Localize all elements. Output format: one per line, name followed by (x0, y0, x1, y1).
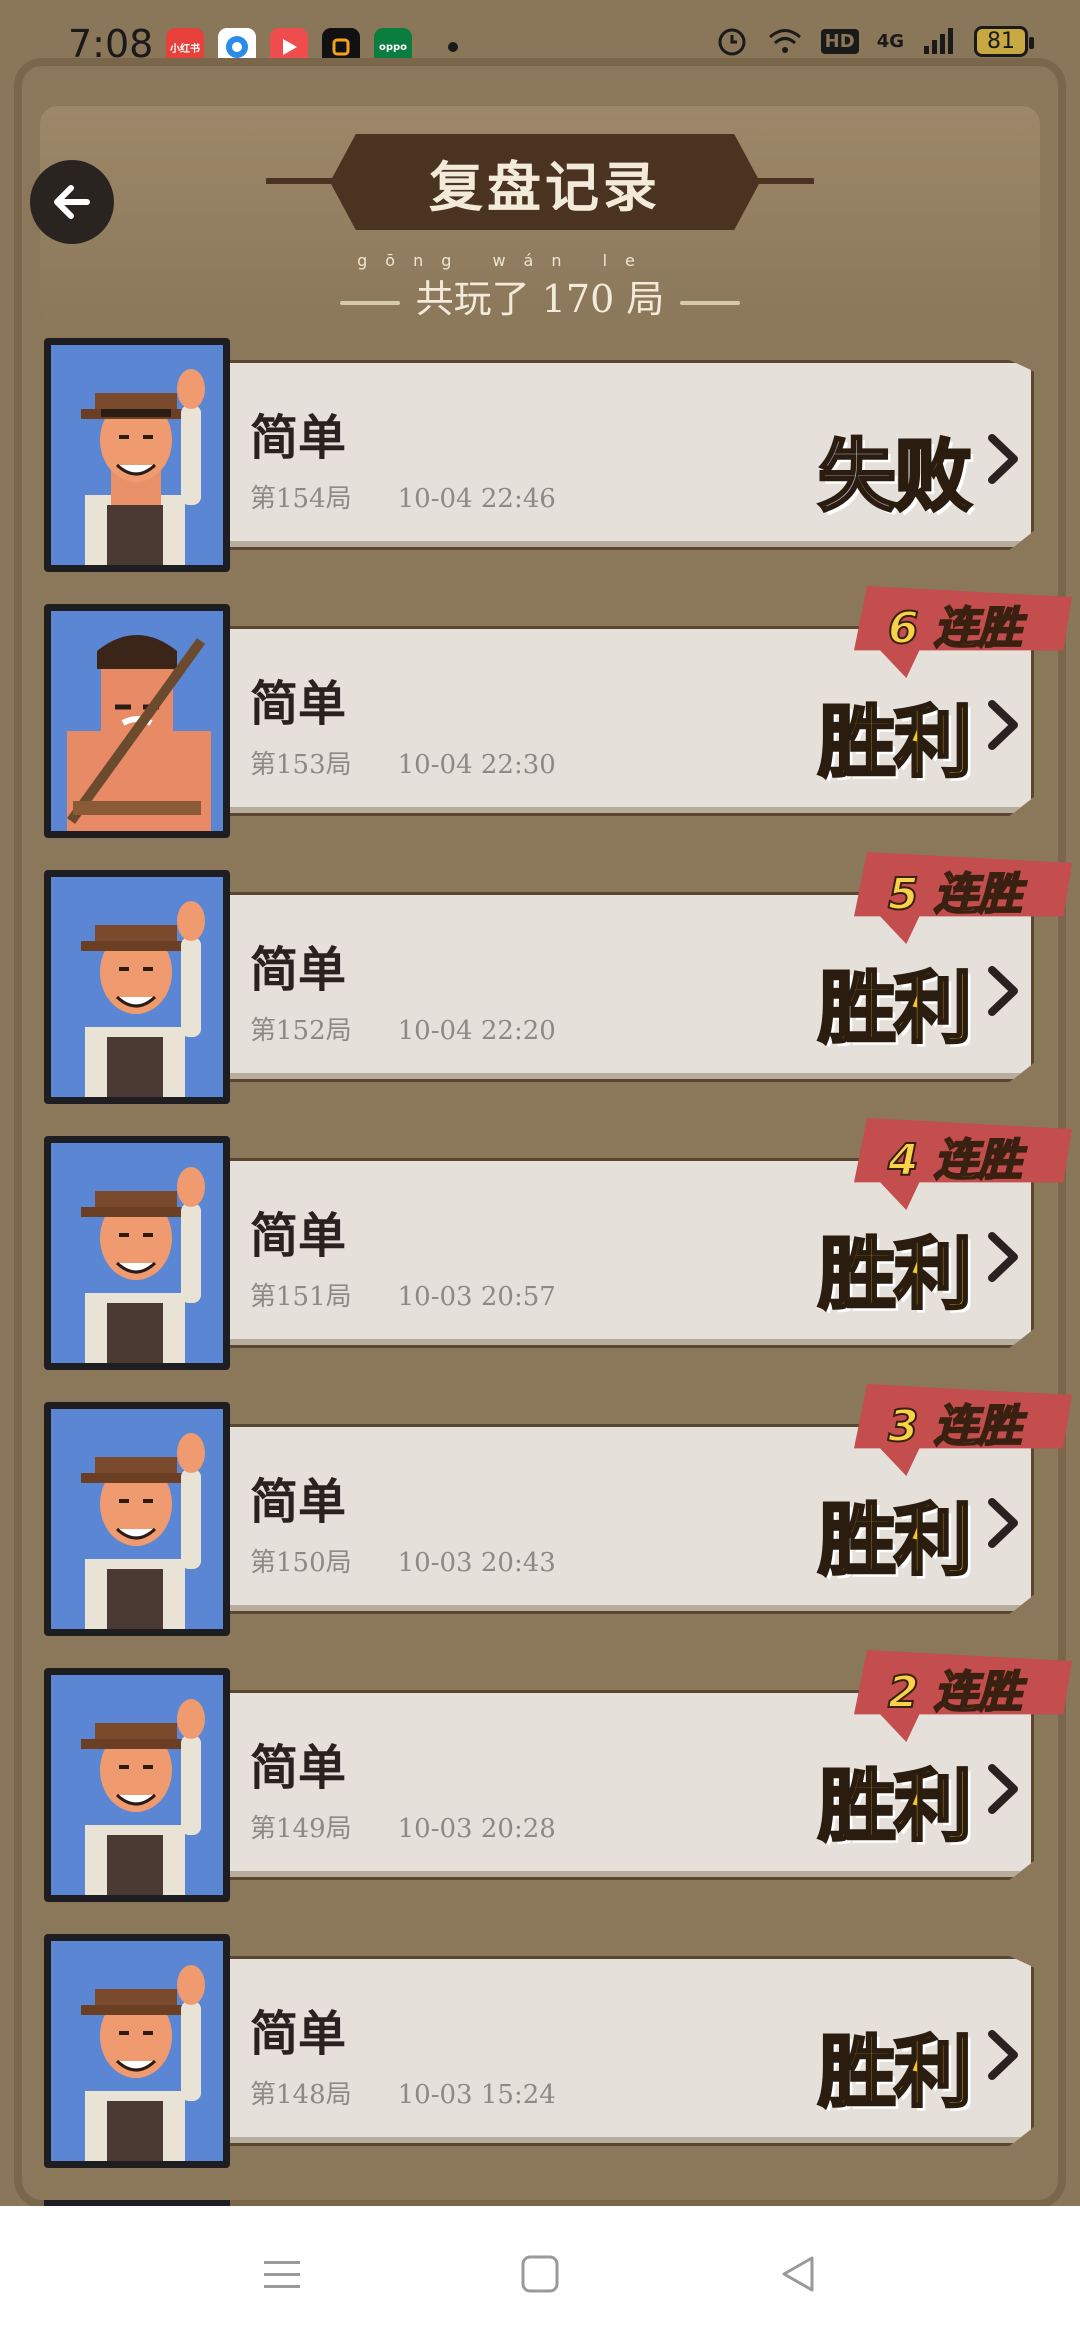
chevron-right-icon (988, 700, 1018, 750)
menu-icon (264, 2261, 300, 2288)
game-time: 10-03 20:43 (397, 1548, 556, 1578)
hd-badge: HD (820, 28, 859, 54)
game-number: 第149局 (250, 1814, 352, 1844)
signal-icon (924, 28, 953, 54)
chevron-right-icon (988, 434, 1018, 484)
back-button[interactable] (30, 160, 114, 244)
game-number: 第153局 (250, 750, 352, 780)
game-time: 10-03 20:57 (397, 1282, 556, 1312)
record-row[interactable]: 简单 第152局 10-04 22:20 胜利 5 连胜 (0, 852, 1080, 1104)
record-meta: 第148局 10-03 15:24 (250, 2074, 556, 2111)
chevron-right-icon (988, 1764, 1018, 1814)
game-time: 10-03 20:28 (397, 1814, 556, 1844)
record-row[interactable]: 简单 第149局 10-03 20:28 胜利 2 连胜 (0, 1650, 1080, 1902)
win-streak-text: 4 连胜 (887, 1134, 1023, 1187)
back-nav-button[interactable] (768, 2244, 828, 2304)
record-meta: 第149局 10-03 20:28 (250, 1808, 556, 1845)
system-icons: HD 4G 81 (715, 24, 1034, 58)
difficulty-label: 简单 (250, 2006, 347, 2062)
game-time: 10-04 22:20 (397, 1016, 556, 1046)
game-time: 10-04 22:30 (397, 750, 556, 780)
result-label: 胜利 (816, 1761, 973, 1854)
home-button[interactable] (510, 2244, 570, 2304)
avatar (44, 1668, 230, 1902)
difficulty-label: 简单 (250, 1740, 347, 1796)
chevron-right-icon (988, 966, 1018, 1016)
result-label: 胜利 (816, 1229, 973, 1322)
avatar (44, 1934, 230, 2168)
chevron-right-icon (988, 1232, 1018, 1282)
network-type: 4G (876, 30, 904, 52)
win-streak-badge: 5 连胜 (854, 852, 1072, 944)
arrow-left-icon (54, 185, 90, 219)
subtitle-dash-right (680, 300, 741, 305)
difficulty-label: 简单 (250, 410, 347, 466)
record-row[interactable]: 简单 第151局 10-03 20:57 胜利 4 连胜 (0, 1118, 1080, 1370)
record-row[interactable]: 简单 第154局 10-04 22:46 失败 (0, 338, 1080, 572)
win-streak-badge: 6 连胜 (854, 586, 1072, 678)
result-label: 胜利 (816, 1495, 973, 1588)
alarm-icon (718, 28, 746, 56)
battery-indicator: 81 (974, 25, 1034, 57)
difficulty-label: 简单 (250, 1208, 347, 1264)
game-number: 第148局 (250, 2080, 352, 2110)
page-title: 复盘记录 (429, 154, 661, 219)
system-navbar (0, 2206, 1080, 2340)
record-meta: 第153局 10-04 22:30 (250, 744, 556, 781)
home-icon (521, 2255, 559, 2293)
game-number: 第151局 (250, 1282, 352, 1312)
result-label: 胜利 (816, 2027, 973, 2120)
back-triangle-icon (782, 2256, 814, 2292)
win-streak-text: 2 连胜 (887, 1666, 1023, 1719)
game-number: 第150局 (250, 1548, 352, 1578)
record-meta: 第152局 10-04 22:20 (250, 1010, 556, 1047)
win-streak-badge: 2 连胜 (854, 1650, 1072, 1742)
avatar (44, 870, 230, 1104)
game-time: 10-03 15:24 (397, 2080, 556, 2110)
win-streak-badge: 4 连胜 (854, 1118, 1072, 1210)
difficulty-label: 简单 (250, 1474, 347, 1530)
record-row[interactable]: 简单 第148局 10-03 15:24 胜利 (0, 1934, 1080, 2168)
record-row[interactable]: 简单 第150局 10-03 20:43 胜利 3 连胜 (0, 1384, 1080, 1636)
win-streak-text: 5 连胜 (887, 868, 1023, 921)
chevron-right-icon (988, 2030, 1018, 2080)
notification-dot (448, 42, 458, 52)
difficulty-label: 简单 (250, 942, 347, 998)
avatar (44, 338, 230, 572)
subtitle-dash-left (339, 300, 400, 305)
win-streak-text: 3 连胜 (887, 1400, 1023, 1453)
result-label: 胜利 (816, 697, 973, 790)
avatar (44, 1402, 230, 1636)
record-meta: 第150局 10-03 20:43 (250, 1542, 556, 1579)
page-header: 复盘记录 gōng wán le 共玩了 170 局 (0, 96, 1080, 326)
title-banner: 复盘记录 (330, 134, 760, 230)
win-streak-text: 6 连胜 (887, 602, 1023, 655)
avatar (44, 1136, 230, 1370)
record-row[interactable]: 简单 第153局 10-04 22:30 胜利 6 连胜 (0, 586, 1080, 838)
difficulty-label: 简单 (250, 676, 347, 732)
win-streak-badge: 3 连胜 (854, 1384, 1072, 1476)
avatar (44, 604, 230, 838)
result-label: 失败 (816, 431, 973, 524)
result-label: 胜利 (816, 963, 973, 1056)
game-time: 10-04 22:46 (397, 484, 556, 514)
subtitle-area: gōng wán le 共玩了 170 局 (0, 251, 1080, 323)
chevron-right-icon (988, 1498, 1018, 1548)
games-played-count: 共玩了 170 局 (415, 277, 665, 321)
record-meta: 第151局 10-03 20:57 (250, 1276, 556, 1313)
record-meta: 第154局 10-04 22:46 (250, 478, 556, 515)
menu-button[interactable] (252, 2244, 312, 2304)
wifi-icon (768, 29, 801, 53)
game-number: 第154局 (250, 484, 352, 514)
game-number: 第152局 (250, 1016, 352, 1046)
